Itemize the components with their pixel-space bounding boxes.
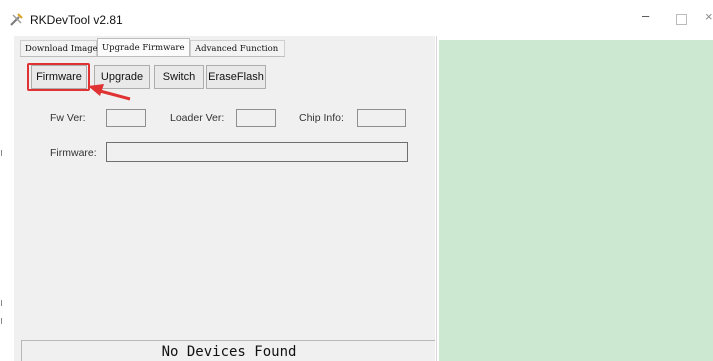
chip-info-label: Chip Info: [299, 112, 344, 124]
loader-ver-field [236, 109, 276, 127]
tab-advanced-function[interactable]: Advanced Function [190, 40, 285, 56]
fw-ver-field [106, 109, 146, 127]
close-button[interactable]: × [705, 9, 713, 24]
title-bar: RKDevTool v2.81 – × [0, 0, 713, 34]
left-edge-marks [0, 150, 4, 330]
switch-button[interactable]: Switch [154, 65, 204, 89]
window-title: RKDevTool v2.81 [30, 13, 123, 27]
fw-ver-label: Fw Ver: [50, 112, 86, 124]
loader-ver-label: Loader Ver: [170, 112, 225, 124]
chip-info-field [357, 109, 406, 127]
app-icon [10, 13, 23, 26]
firmware-button-highlight [27, 63, 90, 91]
maximize-button[interactable] [676, 14, 687, 25]
status-text: No Devices Found [161, 344, 297, 360]
tab-upgrade-firmware[interactable]: Upgrade Firmware [97, 38, 190, 57]
minimize-button[interactable]: – [642, 8, 649, 23]
tab-download-image[interactable]: Download Image [20, 40, 98, 56]
tab-divider [20, 56, 285, 57]
eraseflash-button[interactable]: EraseFlash [206, 65, 266, 89]
status-bar: No Devices Found [21, 340, 435, 361]
firmware-path-label: Firmware: [50, 147, 97, 159]
panel-divider [436, 36, 437, 361]
red-arrow-icon [88, 84, 131, 101]
main-panel: Download Image Upgrade Firmware Advanced… [14, 36, 435, 361]
log-panel [439, 40, 713, 361]
firmware-path-field [106, 142, 408, 162]
